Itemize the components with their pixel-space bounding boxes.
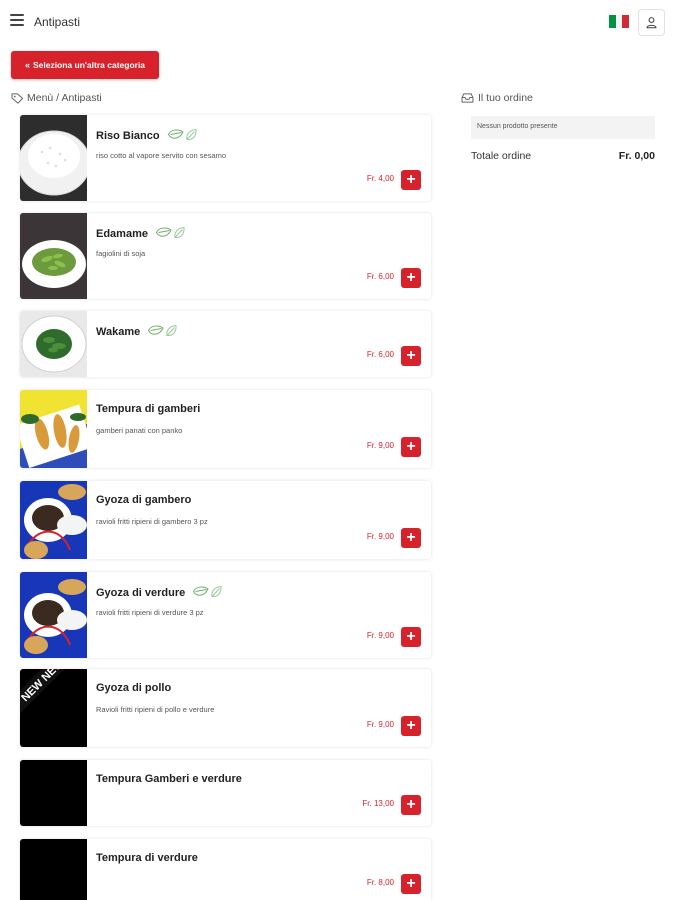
product-description: ravioli fritti ripieni di verdure 3 pz — [96, 608, 204, 617]
plus-icon: + — [406, 796, 416, 813]
product-name-text: Tempura di verdure — [96, 852, 198, 864]
user-icon — [646, 17, 657, 29]
product-card[interactable]: Tempura di gamberi gamberi panati con pan… — [20, 390, 431, 468]
select-other-category-label: Seleziona un'altra categoria — [32, 60, 146, 70]
product-card[interactable]: Edamame fagiolini di soja Fr. 6,00 + — [20, 213, 431, 299]
order-title: Il tuo ordine — [461, 92, 533, 104]
product-name-text: Tempura Gamberi e verdure — [96, 773, 242, 785]
product-name: Tempura di verdure — [96, 852, 198, 864]
breadcrumb: Menù / Antipasti — [11, 92, 102, 104]
product-name: Edamame — [96, 226, 186, 242]
product-price: Fr. 8,00 — [366, 878, 394, 887]
product-name: Tempura di gamberi — [96, 403, 200, 415]
product-card[interactable]: Wakame Fr. 6,00 + — [20, 311, 431, 377]
order-total-value: Fr. 0,00 — [618, 150, 655, 162]
vegan-leaf-icon — [192, 585, 223, 601]
product-price: Fr. 9,00 — [366, 631, 394, 640]
product-card[interactable]: Gyoza di gambero ravioli fritti ripieni d… — [20, 481, 431, 559]
product-name-text: Gyoza di gambero — [96, 494, 192, 506]
vegan-leaf-icon — [147, 324, 178, 340]
product-description: riso cotto al vapore servito con sesamo — [96, 151, 227, 160]
breadcrumb-text: Menù / Antipasti — [27, 92, 102, 104]
product-card[interactable]: NEW NEW Gyoza di pollo Ravioli fritti ripi… — [20, 669, 431, 747]
plus-icon: + — [406, 347, 416, 364]
product-image[interactable] — [20, 115, 87, 201]
add-to-order-button[interactable]: + — [401, 716, 421, 736]
order-empty-message: Nessun prodotto presente — [471, 116, 655, 139]
plus-icon: + — [406, 717, 416, 734]
product-name-text: Edamame — [96, 228, 148, 240]
product-name: Gyoza di pollo — [96, 682, 171, 694]
product-image[interactable] — [20, 572, 87, 658]
product-name: Wakame — [96, 324, 178, 340]
product-image[interactable] — [20, 390, 87, 468]
product-image[interactable] — [20, 839, 87, 900]
add-to-order-button[interactable]: + — [401, 346, 421, 366]
vegan-leaf-icon — [155, 226, 186, 242]
product-name-text: Wakame — [96, 326, 141, 338]
tray-icon — [461, 93, 474, 103]
plus-icon: + — [406, 529, 416, 546]
add-to-order-button[interactable]: + — [401, 170, 421, 190]
add-to-order-button[interactable]: + — [401, 627, 421, 647]
product-price: Fr. 9,00 — [366, 720, 394, 729]
hamburger-menu-icon[interactable] — [10, 14, 24, 26]
product-card[interactable]: Riso Bianco riso cotto al vapore servito … — [20, 115, 431, 201]
plus-icon: + — [406, 171, 416, 188]
product-description: fagiolini di soja — [96, 249, 146, 258]
vegan-leaf-icon — [167, 128, 198, 144]
product-price: Fr. 6,00 — [366, 272, 394, 281]
product-image[interactable] — [20, 481, 87, 559]
product-name-text: Riso Bianco — [96, 130, 160, 142]
page-title: Antipasti — [34, 15, 81, 29]
plus-icon: + — [406, 875, 416, 892]
product-image[interactable] — [20, 311, 87, 377]
product-card[interactable]: Gyoza di verdure ravioli fritti ripieni d… — [20, 572, 431, 658]
product-card[interactable]: Tempura Gamberi e verdure Fr. 13,00 + — [20, 760, 431, 826]
product-price: Fr. 13,00 — [362, 799, 394, 808]
product-name: Tempura Gamberi e verdure — [96, 773, 242, 785]
product-price: Fr. 9,00 — [366, 441, 394, 450]
italian-flag-icon[interactable] — [609, 15, 630, 28]
double-chevron-left-icon: « — [24, 60, 30, 70]
product-image[interactable] — [20, 760, 87, 826]
product-name: Gyoza di verdure — [96, 585, 223, 601]
add-to-order-button[interactable]: + — [401, 268, 421, 288]
add-to-order-button[interactable]: + — [401, 437, 421, 457]
product-price: Fr. 6,00 — [366, 350, 394, 359]
product-name: Gyoza di gambero — [96, 494, 191, 506]
product-name-text: Gyoza di verdure — [96, 587, 186, 599]
plus-icon: + — [406, 269, 416, 286]
user-button[interactable] — [638, 9, 665, 36]
tag-icon — [11, 92, 24, 104]
add-to-order-button[interactable]: + — [401, 795, 421, 815]
product-name: Riso Bianco — [96, 128, 198, 144]
add-to-order-button[interactable]: + — [401, 528, 421, 548]
product-image[interactable]: NEW NEW — [20, 669, 87, 747]
product-name-text: Tempura di gamberi — [96, 403, 201, 415]
product-description: ravioli fritti ripieni di gambero 3 pz — [96, 517, 208, 526]
select-other-category-button[interactable]: « Seleziona un'altra categoria — [11, 51, 159, 79]
plus-icon: + — [406, 438, 416, 455]
top-bar: Antipasti — [0, 0, 675, 44]
product-price: Fr. 4,00 — [366, 174, 394, 183]
product-image[interactable] — [20, 213, 87, 299]
product-price: Fr. 9,00 — [366, 532, 394, 541]
order-total-label: Totale ordine — [471, 150, 532, 162]
product-card[interactable]: Tempura di verdure Fr. 8,00 + — [20, 839, 431, 900]
plus-icon: + — [406, 628, 416, 645]
order-title-label: Il tuo ordine — [478, 92, 533, 104]
add-to-order-button[interactable]: + — [401, 874, 421, 894]
product-description: Ravioli fritti ripieni di pollo e verdur… — [96, 705, 215, 714]
product-name-text: Gyoza di pollo — [96, 682, 172, 694]
product-description: gamberi panati con panko — [96, 426, 183, 435]
